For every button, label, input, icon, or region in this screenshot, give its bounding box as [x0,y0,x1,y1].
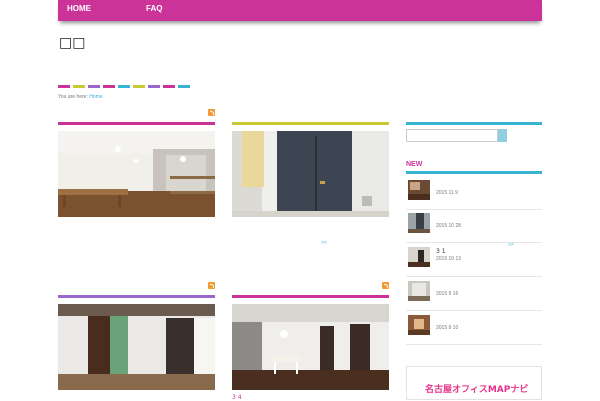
main-nav-bar: HOME FAQ [58,0,542,21]
post-thumbnail[interactable] [58,304,215,390]
new-post-item[interactable]: 2015 9 10 [406,310,542,345]
new-posts-title: NEW [406,161,423,168]
new-posts-color-bar [406,171,542,174]
rss-icon[interactable] [208,282,215,289]
post-thumbnail[interactable] [58,131,215,217]
new-post-date: 2015 10 13 [436,256,462,262]
title-stripe [163,85,175,88]
new-post-title: 3 1 [436,248,446,255]
new-post-item[interactable]: 2015 11 9 [406,175,542,210]
new-post-thumbnail [408,247,430,267]
post-color-bar [58,122,215,125]
title-stripe [103,85,115,88]
post-color-bar [232,295,389,298]
post-thumbnail[interactable] [232,131,389,217]
post-thumbnail[interactable] [232,304,389,390]
title-stripe [58,85,70,88]
title-stripe [148,85,160,88]
new-post-date: 2015 9 10 [436,325,459,331]
search-color-bar [406,122,542,125]
breadcrumb-prefix: You are here: [58,94,88,100]
rss-icon[interactable] [382,282,389,289]
search-input[interactable] [406,129,498,142]
new-post-thumbnail [408,213,430,233]
more-link[interactable]: >> [508,242,514,248]
breadcrumb-home-link[interactable]: Home [89,94,102,100]
office-map-banner[interactable]: 名古屋オフィスMAPナビ [406,366,542,400]
new-post-date: 2015 11 9 [436,190,458,196]
post-color-bar [58,295,215,298]
new-post-item[interactable]: 2015 10 28 [406,208,542,243]
post-color-bar [232,122,389,125]
new-post-thumbnail [408,180,430,200]
breadcrumb: You are here: Home [58,94,103,100]
title-stripe [118,85,130,88]
title-stripe [88,85,100,88]
new-post-date: 2015 10 28 [436,223,462,229]
banner-label: 名古屋オフィスMAPナビ [425,385,529,395]
title-stripe [178,85,190,88]
rss-icon[interactable] [208,109,215,116]
nav-home-link[interactable]: HOME [67,4,91,13]
new-post-item[interactable]: 3 1 2015 10 13 >> [406,242,542,277]
page-title: □□ [59,35,86,51]
new-post-thumbnail [408,281,430,301]
new-post-item[interactable]: 2015 9 16 [406,276,542,311]
more-link[interactable]: >> [321,240,327,246]
title-stripe [73,85,85,88]
nav-faq-link[interactable]: FAQ [146,4,162,13]
new-post-date: 2015 9 16 [436,291,459,297]
new-post-thumbnail [408,315,430,335]
search-button[interactable] [498,129,507,142]
title-stripe [133,85,145,88]
